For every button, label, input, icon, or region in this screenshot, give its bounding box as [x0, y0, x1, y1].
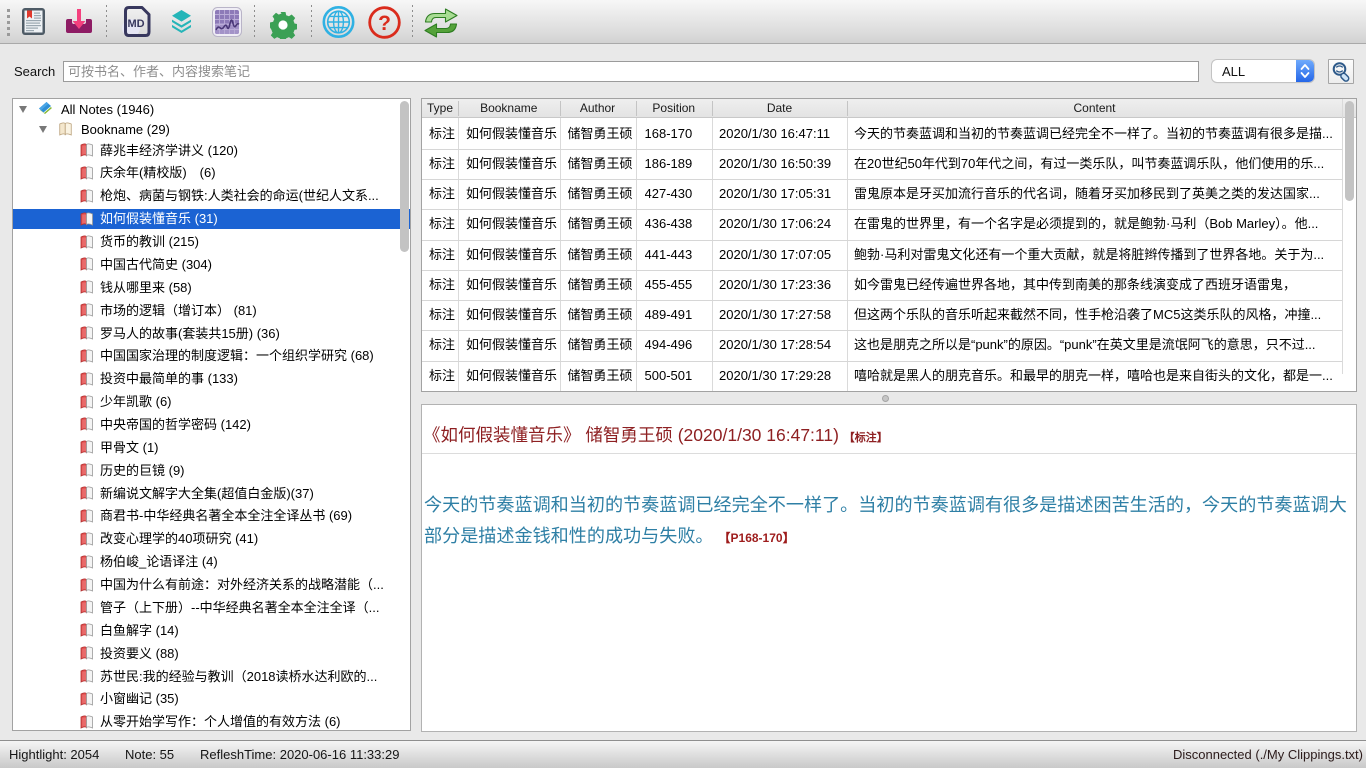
svg-text:MD: MD — [127, 18, 144, 30]
svg-text:?: ? — [378, 12, 391, 35]
